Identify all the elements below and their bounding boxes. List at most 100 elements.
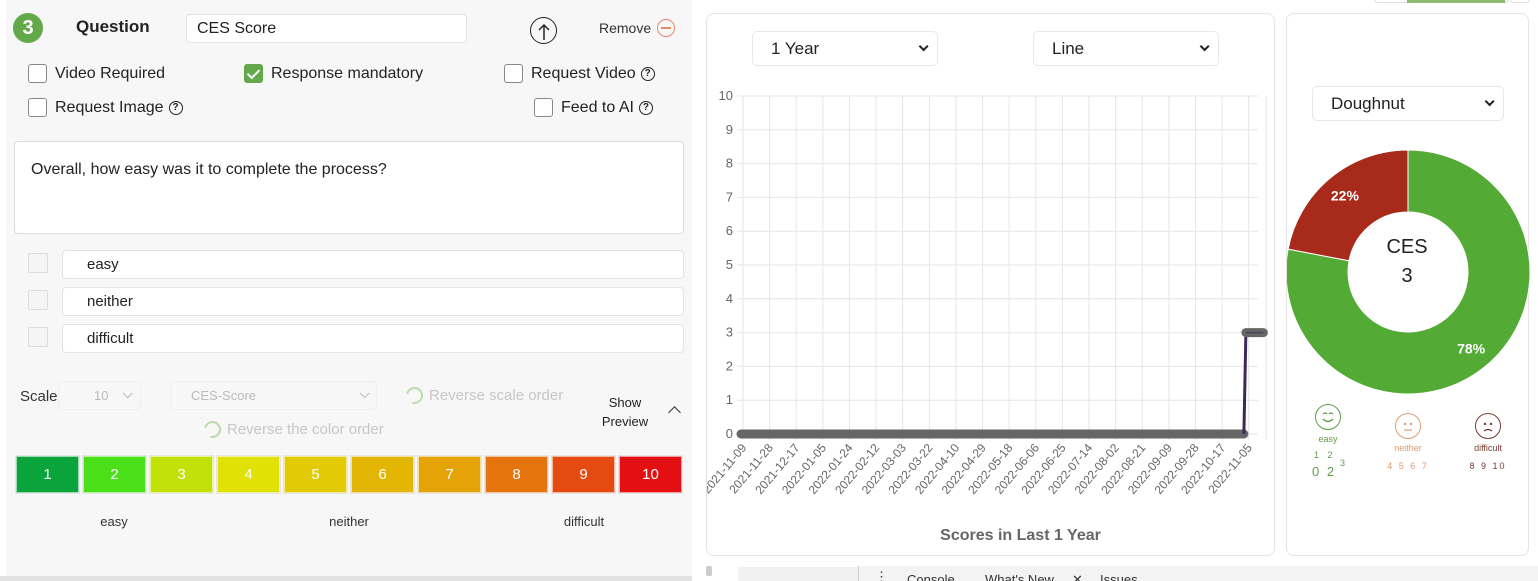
remove-question-button[interactable]: Remove xyxy=(599,19,676,37)
reverse-scale-order-label: Reverse scale order xyxy=(429,387,564,404)
donut-center-label: CES xyxy=(1386,236,1428,258)
request-video-label: Request Video xyxy=(531,64,636,82)
legend-label: difficult xyxy=(1474,443,1502,453)
top-toolbar-button[interactable] xyxy=(1374,0,1509,3)
scale-box-4[interactable]: 4 xyxy=(217,456,280,493)
y-tick-label: 1 xyxy=(726,392,733,407)
answer-option-checkbox[interactable] xyxy=(28,253,48,273)
devtools-tab-issues[interactable]: Issues xyxy=(1100,572,1138,581)
answer-option-checkbox[interactable] xyxy=(28,290,48,310)
scale-box-10[interactable]: 10 xyxy=(619,456,682,493)
x-axis-title: Scores in Last 1 Year xyxy=(940,527,1101,544)
legend-nums: 4 5 6 7 xyxy=(1387,461,1429,471)
video-required-label: Video Required xyxy=(55,64,166,82)
scale-box-7[interactable]: 7 xyxy=(418,456,481,493)
scale-box-5[interactable]: 5 xyxy=(284,456,347,493)
y-tick-label: 2 xyxy=(726,358,733,373)
request-image-checkbox[interactable] xyxy=(28,98,47,117)
scores-line-chart: 0123456789102021-11-092021-11-282021-12-… xyxy=(707,88,1268,544)
y-tick-label: 6 xyxy=(726,223,733,238)
question-title-input[interactable] xyxy=(186,14,467,43)
legend-easy: easy 1 2 3 0 2 xyxy=(1299,404,1357,490)
request-image-option[interactable]: Request Image ? xyxy=(28,98,183,117)
legend-neither: neither 4 5 6 7 xyxy=(1379,413,1437,471)
y-tick-label: 3 xyxy=(726,325,733,340)
devtools-tab-whats-new[interactable]: What's New xyxy=(985,572,1054,581)
ces-doughnut-chart: 78% 22% xyxy=(1287,149,1530,395)
devtools-tab-console[interactable]: Console xyxy=(907,572,955,581)
feed-to-ai-option[interactable]: Feed to AI ? xyxy=(534,98,653,117)
chevron-down-icon xyxy=(123,388,134,399)
help-icon[interactable]: ? xyxy=(638,100,653,115)
neutral-face-icon xyxy=(1395,413,1421,439)
donut-slice-label: 78% xyxy=(1457,340,1486,356)
scale-box-8[interactable]: 8 xyxy=(485,456,548,493)
legend-difficult: difficult 8 9 10 xyxy=(1459,413,1517,471)
scale-anchor-difficult: difficult xyxy=(563,514,605,529)
devtools-tabbar: ⋮ Console What's New ✕ Issues xyxy=(858,566,1538,581)
y-tick-label: 4 xyxy=(726,291,733,306)
scale-box-6[interactable]: 6 xyxy=(351,456,414,493)
question-text-input[interactable]: Overall, how easy was it to complete the… xyxy=(14,141,684,234)
y-tick-label: 9 xyxy=(726,122,733,137)
scale-type-select[interactable]: CES-Score xyxy=(170,381,377,410)
answer-option-checkbox[interactable] xyxy=(28,327,48,347)
answer-option-input[interactable] xyxy=(62,287,684,316)
response-mandatory-checkbox[interactable] xyxy=(244,64,263,83)
response-mandatory-label: Response mandatory xyxy=(271,64,424,82)
response-mandatory-option[interactable]: Response mandatory xyxy=(244,64,423,83)
arrow-up-icon xyxy=(537,23,550,40)
scale-box-1[interactable]: 1 xyxy=(16,456,79,493)
help-icon[interactable]: ? xyxy=(640,66,655,81)
close-icon[interactable]: ✕ xyxy=(1072,572,1083,581)
remove-label: Remove xyxy=(599,20,652,36)
reverse-color-order-button[interactable]: Reverse the color order xyxy=(200,417,384,442)
move-up-button[interactable] xyxy=(530,17,557,44)
top-toolbar-button[interactable] xyxy=(1510,0,1530,3)
donut-center: CES 3 xyxy=(1347,233,1467,291)
doughnut-chart-card: Doughnut 78% 22% CES 3 easy 1 2 3 0 2 nei… xyxy=(1286,13,1530,556)
question-label: Question xyxy=(76,17,150,36)
y-tick-label: 10 xyxy=(719,88,733,103)
request-video-option[interactable]: Request Video ? xyxy=(504,64,655,83)
series-line-jump xyxy=(1242,332,1248,435)
video-required-option[interactable]: Video Required xyxy=(28,64,165,83)
request-video-checkbox[interactable] xyxy=(504,64,523,83)
devtools-side xyxy=(738,567,858,581)
scale-size-select[interactable]: 10 xyxy=(58,381,141,410)
y-tick-label: 5 xyxy=(726,257,733,272)
legend-counts: 0 2 xyxy=(1312,464,1337,479)
feed-to-ai-checkbox[interactable] xyxy=(534,98,553,117)
chevron-down-icon xyxy=(359,388,370,399)
y-tick-label: 8 xyxy=(726,156,733,171)
scale-preview: 1 2 3 4 5 6 7 8 9 10 xyxy=(16,456,682,493)
legend-nums: 1 2 xyxy=(1314,450,1336,460)
answer-option-input[interactable] xyxy=(62,250,684,279)
show-preview-line1: Show xyxy=(608,395,642,410)
app-root: 3 Question Remove Video Required Respons… xyxy=(0,0,1538,581)
answer-option-input[interactable] xyxy=(62,324,684,353)
donut-center-value: 3 xyxy=(1401,265,1413,287)
scale-box-9[interactable]: 9 xyxy=(552,456,615,493)
answer-option-row xyxy=(28,250,684,279)
video-required-checkbox[interactable] xyxy=(28,64,47,83)
scale-box-2[interactable]: 2 xyxy=(83,456,146,493)
question-number-badge: 3 xyxy=(13,13,43,43)
answer-option-row xyxy=(28,287,684,316)
scale-box-3[interactable]: 3 xyxy=(150,456,213,493)
minus-circle-icon xyxy=(657,19,676,37)
panel-bottom-border xyxy=(0,576,700,581)
y-tick-label: 7 xyxy=(726,189,733,204)
scale-anchor-easy: easy xyxy=(100,514,128,529)
help-icon[interactable]: ? xyxy=(168,100,183,115)
devtools-menu-icon[interactable]: ⋮ xyxy=(875,569,888,581)
donut-slice-label: 22% xyxy=(1331,188,1360,204)
show-preview-line2: Preview xyxy=(601,414,649,429)
line-chart-card: 1 Year Line 0 1 2 3 4 5 6 7 8 9 10 2021-11-09 2021-1… xyxy=(706,13,1275,556)
reverse-scale-order-button[interactable]: Reverse scale order xyxy=(402,383,564,408)
show-preview-button[interactable]: Show Preview xyxy=(600,393,650,431)
sad-face-icon xyxy=(1475,413,1501,439)
scrollbar-thumb[interactable] xyxy=(706,566,712,576)
happy-face-icon xyxy=(1315,404,1341,430)
refresh-icon xyxy=(200,417,225,442)
